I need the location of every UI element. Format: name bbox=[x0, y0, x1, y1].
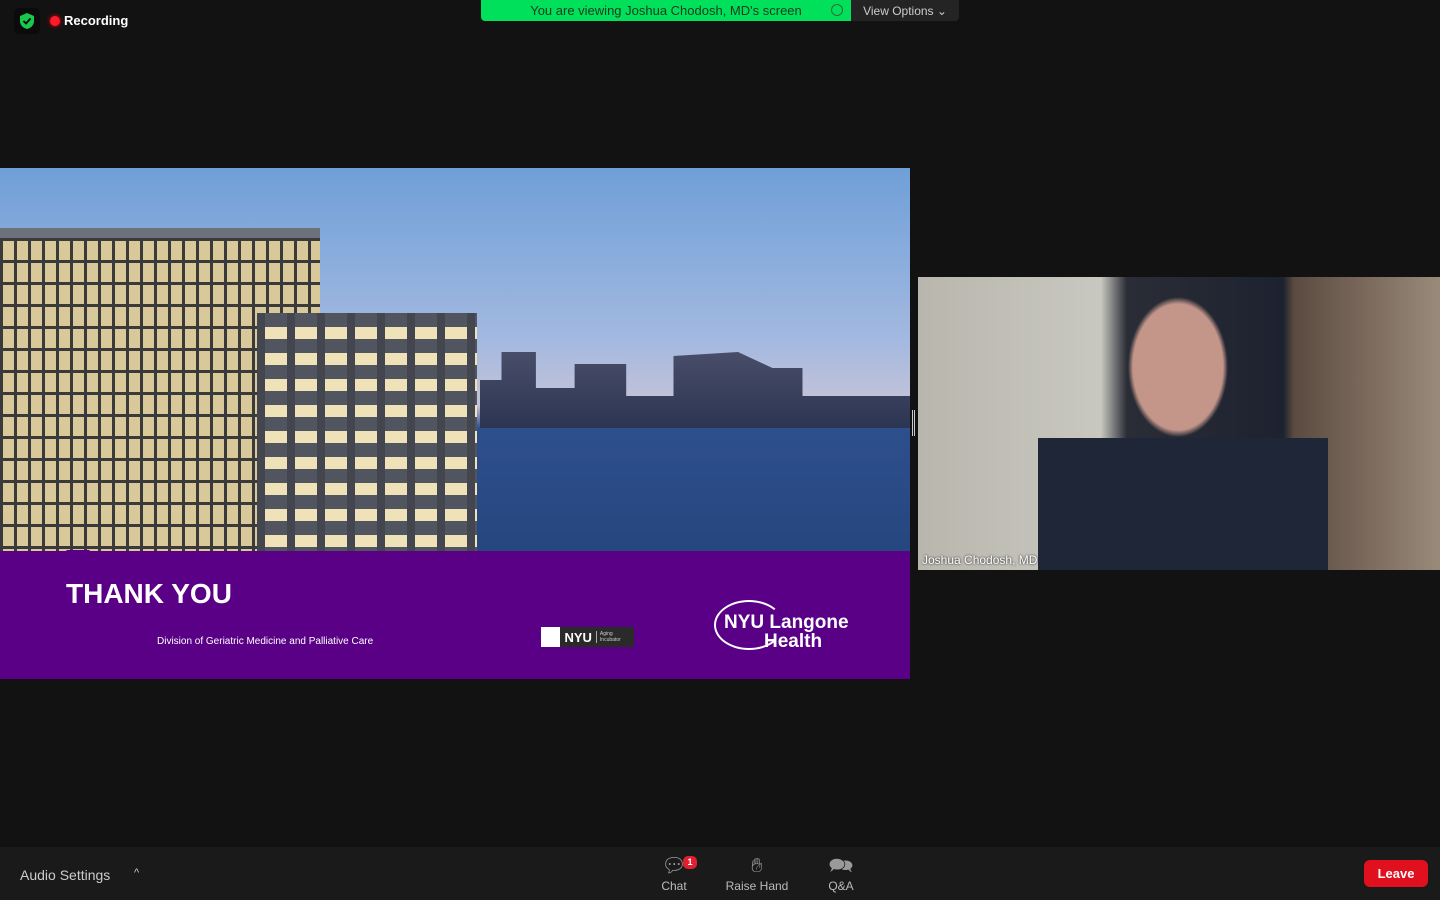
raise-hand-label: Raise Hand bbox=[725, 879, 789, 893]
division-text: Division of Geriatric Medicine and Palli… bbox=[157, 636, 374, 647]
band-pointer bbox=[66, 550, 90, 564]
qa-icon: 🗪︎ bbox=[828, 855, 854, 877]
logo-text: NYU bbox=[564, 629, 592, 645]
qa-button[interactable]: 🗪︎ Q&A bbox=[822, 853, 860, 893]
split-resize-handle[interactable] bbox=[912, 410, 915, 436]
hand-icon: ✋︎ bbox=[751, 855, 763, 877]
qa-label: Q&A bbox=[828, 879, 854, 893]
security-shield-icon[interactable] bbox=[14, 8, 40, 34]
audio-options-caret-icon[interactable]: ^ bbox=[134, 867, 139, 879]
meeting-toolbar: Audio Settings ^ 💬︎ 1 Chat ✋︎ Raise Hand 🗪︎… bbox=[0, 847, 1440, 900]
raise-hand-button[interactable]: ✋︎ Raise Hand bbox=[722, 853, 792, 893]
nyu-langone-logo: NYU Langone Health bbox=[714, 600, 874, 652]
building bbox=[257, 313, 477, 551]
shared-screen-slide: THANK YOU Division of Geriatric Medicine… bbox=[0, 168, 910, 679]
participant-image bbox=[1038, 277, 1328, 570]
status-icon bbox=[831, 4, 843, 16]
torch-icon bbox=[541, 627, 561, 647]
audio-settings-button[interactable]: Audio Settings bbox=[20, 867, 110, 883]
nyu-aging-incubator-logo: NYU Aging Incubator bbox=[541, 627, 634, 647]
logo-subtext: Aging Incubator bbox=[595, 631, 634, 643]
chat-label: Chat bbox=[661, 879, 687, 893]
logo-text: Health bbox=[764, 631, 823, 652]
chat-badge: 1 bbox=[683, 856, 697, 869]
view-options-button[interactable]: View Options ⌄ bbox=[851, 0, 959, 21]
participant-video[interactable]: Joshua Chodosh, MD bbox=[918, 277, 1440, 570]
leave-button[interactable]: Leave bbox=[1364, 860, 1428, 887]
recording-indicator[interactable]: Recording bbox=[50, 13, 128, 28]
banner-text: You are viewing Joshua Chodosh, MD's scr… bbox=[530, 3, 802, 18]
recording-label: Recording bbox=[64, 13, 129, 28]
participant-name: Joshua Chodosh, MD bbox=[922, 553, 1038, 567]
screen-share-banner: You are viewing Joshua Chodosh, MD's scr… bbox=[481, 0, 851, 21]
recording-dot-icon bbox=[50, 15, 60, 26]
chat-button[interactable]: 💬︎ 1 Chat bbox=[655, 853, 697, 893]
slide-title: THANK YOU bbox=[66, 578, 232, 609]
